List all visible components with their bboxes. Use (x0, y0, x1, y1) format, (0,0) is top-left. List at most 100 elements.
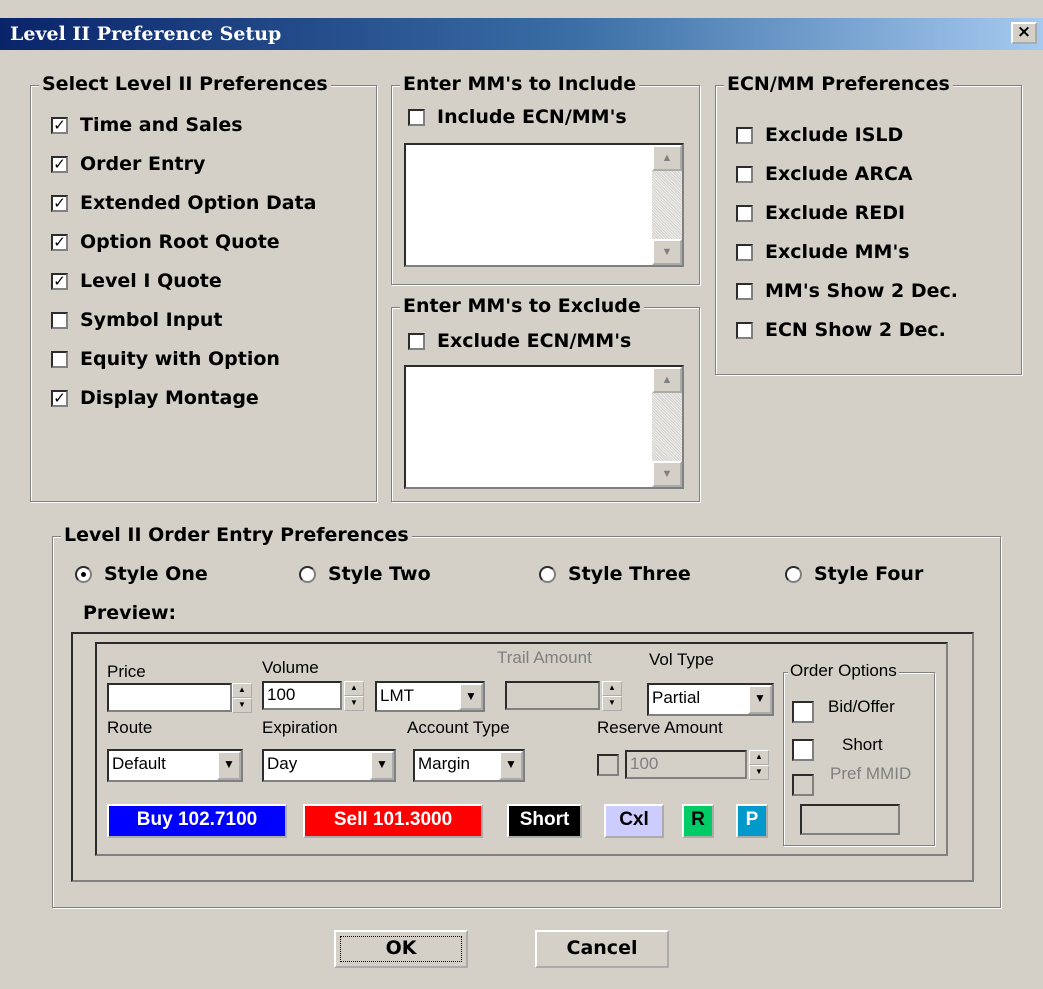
preview-label: Preview: (83, 602, 177, 624)
spin-up-icon[interactable]: ▲ (232, 683, 252, 698)
checkbox-box (736, 243, 753, 261)
short-button[interactable]: Short (507, 804, 582, 838)
price-input[interactable] (107, 683, 232, 712)
focus-rect (340, 936, 462, 962)
chevron-down-icon[interactable]: ▼ (748, 685, 772, 714)
chevron-down-icon[interactable]: ▼ (499, 751, 523, 780)
order-type-dropdown[interactable]: LMT ▼ (375, 681, 485, 712)
radio-style-four[interactable]: Style Four (785, 563, 923, 585)
ecn-mm-s-show-2-dec-checkbox[interactable]: MM's Show 2 Dec. (736, 280, 958, 302)
pref-symbol-input-checkbox[interactable]: Symbol Input (51, 309, 222, 331)
r-button[interactable]: R (682, 804, 714, 838)
include-mm-scrollbar[interactable]: ▲ ▼ (652, 145, 682, 265)
spin-up-icon[interactable]: ▲ (344, 681, 364, 696)
exclude-mm-scrollbar[interactable]: ▲ ▼ (652, 367, 682, 487)
ecn-exclude-isld-checkbox[interactable]: Exclude ISLD (736, 124, 903, 146)
trail-amount-input (505, 681, 600, 710)
radio-dot (81, 571, 86, 577)
checkbox-box (408, 108, 425, 126)
order-options-group: Order Options Bid/Offer Short Pref MMID (783, 661, 935, 846)
account-type-dropdown[interactable]: Margin ▼ (413, 749, 525, 782)
reserve-checkbox (597, 754, 619, 776)
checkbox-box: ✓ (51, 233, 68, 251)
route-label: Route (107, 718, 153, 737)
ecn-label: Exclude ARCA (765, 163, 913, 185)
ecn-exclude-mm-s-checkbox[interactable]: Exclude MM's (736, 241, 910, 263)
expiration-value: Day (267, 754, 298, 773)
buy-button[interactable]: Buy 102.7100 (107, 804, 287, 838)
exclude-ecn-checkbox[interactable]: Exclude ECN/MM's (408, 330, 631, 352)
pref-label: Equity with Option (80, 348, 280, 370)
pref-display-montage-checkbox[interactable]: ✓ Display Montage (51, 387, 259, 409)
radio-style-two[interactable]: Style Two (299, 563, 431, 585)
preview-panel: Price ▲ ▼ Volume 100 ▲ ▼ LMT ▼ Trail Amoun… (71, 632, 974, 882)
checkbox-box (51, 311, 68, 329)
short-checkbox[interactable] (792, 739, 814, 761)
close-button[interactable]: × (1011, 22, 1037, 44)
pref-mmid-input (800, 804, 900, 835)
cancel-order-button[interactable]: Cxl (604, 804, 664, 838)
cancel-label: Cancel (566, 937, 638, 959)
spin-down-icon[interactable]: ▼ (232, 698, 252, 713)
scroll-up-icon[interactable]: ▲ (652, 367, 682, 393)
pref-option-root-quote-checkbox[interactable]: ✓ Option Root Quote (51, 231, 280, 253)
scroll-down-icon[interactable]: ▼ (652, 461, 682, 487)
scroll-down-icon[interactable]: ▼ (652, 239, 682, 265)
radio-label: Style One (104, 563, 208, 585)
radio-circle (539, 565, 556, 583)
radio-style-three[interactable]: Style Three (539, 563, 691, 585)
ecn-label: Exclude REDI (765, 202, 906, 224)
p-button[interactable]: P (736, 804, 768, 838)
route-dropdown[interactable]: Default ▼ (107, 749, 243, 782)
radio-label: Style Three (568, 563, 691, 585)
order-type-value: LMT (380, 686, 414, 705)
pref-mmid-checkbox (792, 774, 814, 796)
radio-style-one[interactable]: Style One (75, 563, 208, 585)
trail-amount-spinner: ▲ ▼ (602, 681, 622, 711)
include-mm-title: Enter MM's to Include (400, 73, 640, 95)
exclude-mm-list[interactable]: ▲ ▼ (404, 365, 684, 489)
ecn-exclude-arca-checkbox[interactable]: Exclude ARCA (736, 163, 913, 185)
checkbox-box: ✓ (51, 272, 68, 290)
chevron-down-icon[interactable]: ▼ (370, 751, 394, 780)
spin-down-icon[interactable]: ▼ (344, 696, 364, 711)
checkbox-box (736, 282, 753, 300)
include-ecn-checkbox[interactable]: Include ECN/MM's (408, 106, 627, 128)
vol-type-value: Partial (652, 688, 701, 707)
pref-mmid-label: Pref MMID (830, 764, 912, 783)
pref-order-entry-checkbox[interactable]: ✓ Order Entry (51, 153, 205, 175)
bid-offer-checkbox[interactable] (792, 701, 814, 723)
expiration-dropdown[interactable]: Day ▼ (262, 749, 396, 782)
price-spinner[interactable]: ▲ ▼ (232, 683, 252, 713)
pref-equity-with-option-checkbox[interactable]: Equity with Option (51, 348, 280, 370)
chevron-down-icon[interactable]: ▼ (459, 683, 483, 710)
volume-input[interactable]: 100 (262, 681, 342, 710)
vol-type-dropdown[interactable]: Partial ▼ (647, 683, 774, 716)
scroll-up-icon[interactable]: ▲ (652, 145, 682, 171)
pref-time-and-sales-checkbox[interactable]: ✓ Time and Sales (51, 114, 243, 136)
spin-up-icon: ▲ (749, 750, 769, 765)
spin-down-icon: ▼ (602, 696, 622, 711)
spin-up-icon: ▲ (602, 681, 622, 696)
checkbox-box (408, 332, 425, 350)
preference-dialog: Level II Preference Setup × Select Level… (0, 0, 1043, 989)
checkbox-box (736, 321, 753, 339)
ok-button[interactable]: OK (334, 930, 468, 968)
volume-spinner[interactable]: ▲ ▼ (344, 681, 364, 711)
pref-level-i-quote-checkbox[interactable]: ✓ Level I Quote (51, 270, 222, 292)
pref-extended-option-data-checkbox[interactable]: ✓ Extended Option Data (51, 192, 316, 214)
include-mm-group: Enter MM's to Include Include ECN/MM's ▲… (391, 73, 700, 285)
cancel-button[interactable]: Cancel (535, 930, 669, 968)
pref-label: Extended Option Data (80, 192, 317, 214)
chevron-down-icon[interactable]: ▼ (217, 751, 241, 780)
include-mm-list[interactable]: ▲ ▼ (404, 143, 684, 267)
sell-button[interactable]: Sell 101.3000 (303, 804, 483, 838)
checkbox-box (736, 126, 753, 144)
checkbox-box (736, 165, 753, 183)
radio-label: Style Two (328, 563, 431, 585)
ecn-exclude-redi-checkbox[interactable]: Exclude REDI (736, 202, 905, 224)
order-entry-group: Level II Order Entry Preferences Style O… (52, 524, 1001, 908)
vol-type-label: Vol Type (649, 650, 714, 669)
ecn-ecn-show-2-dec-checkbox[interactable]: ECN Show 2 Dec. (736, 319, 946, 341)
account-type-label: Account Type (407, 718, 510, 737)
